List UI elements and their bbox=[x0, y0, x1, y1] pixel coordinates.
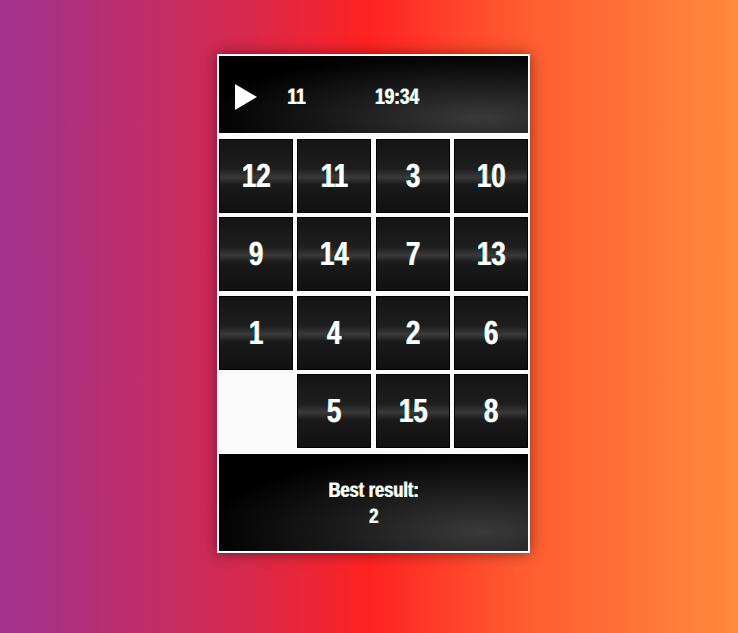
tile-number: 3 bbox=[405, 157, 421, 194]
moves-counter: 11 bbox=[287, 84, 306, 109]
header-panel: 11 19:34 bbox=[218, 55, 529, 134]
tile[interactable]: 3 bbox=[376, 139, 450, 213]
tile[interactable]: 7 bbox=[376, 217, 450, 291]
tile[interactable]: 6 bbox=[454, 296, 528, 370]
tile-number: 9 bbox=[248, 235, 264, 272]
play-icon[interactable] bbox=[235, 84, 257, 110]
tile[interactable]: 5 bbox=[297, 374, 371, 448]
tile-number: 11 bbox=[320, 157, 348, 194]
tile[interactable]: 12 bbox=[219, 139, 293, 213]
tile-number: 6 bbox=[483, 314, 499, 351]
best-result-label: Best result: bbox=[328, 479, 419, 502]
tile-number: 10 bbox=[476, 157, 506, 194]
timer: 19:34 bbox=[375, 84, 420, 109]
tile-number: 5 bbox=[326, 392, 342, 429]
tile-number: 2 bbox=[405, 314, 421, 351]
tile[interactable]: 4 bbox=[297, 296, 371, 370]
tile[interactable]: 8 bbox=[454, 374, 528, 448]
tile[interactable]: 14 bbox=[297, 217, 371, 291]
tile-number: 13 bbox=[476, 235, 506, 272]
tile[interactable]: 10 bbox=[454, 139, 528, 213]
tile[interactable]: 13 bbox=[454, 217, 528, 291]
tile[interactable]: 11 bbox=[297, 139, 371, 213]
tile-number: 1 bbox=[248, 314, 264, 351]
tile-number: 7 bbox=[405, 235, 421, 272]
tile[interactable]: 15 bbox=[376, 374, 450, 448]
tile-number: 4 bbox=[326, 314, 342, 351]
board: 12 11 3 10 9 14 7 13 1 4 2 6 5 15 8 bbox=[217, 137, 530, 450]
best-result-value: 2 bbox=[368, 505, 379, 528]
puzzle-game: 11 19:34 12 11 3 10 9 14 7 13 1 4 2 6 5 15 8 Best resu… bbox=[217, 54, 530, 553]
footer-panel: Best result: 2 bbox=[218, 453, 529, 552]
tile-number: 12 bbox=[241, 157, 271, 194]
tile[interactable]: 1 bbox=[219, 296, 293, 370]
empty-slot bbox=[219, 374, 293, 448]
tile-number: 8 bbox=[483, 392, 499, 429]
tile[interactable]: 9 bbox=[219, 217, 293, 291]
tile-number: 14 bbox=[319, 235, 349, 272]
tile-number: 15 bbox=[398, 392, 428, 429]
tile[interactable]: 2 bbox=[376, 296, 450, 370]
